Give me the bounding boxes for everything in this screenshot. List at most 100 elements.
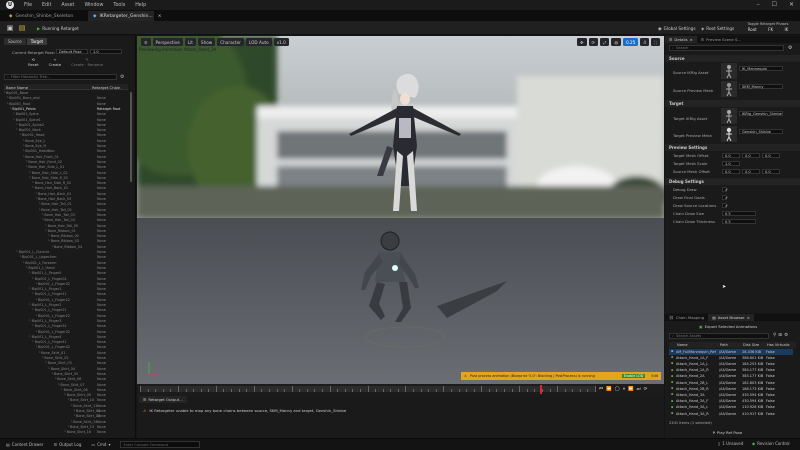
- rotate-tool-icon[interactable]: ⟳: [588, 38, 599, 46]
- play-ref-pose-button[interactable]: ⏵ Play Ref Pose: [713, 430, 742, 435]
- preview-settings-header[interactable]: Preview Settings: [665, 144, 800, 151]
- preview-setting-value[interactable]: 1.0: [722, 161, 740, 166]
- target-mesh-dropdown[interactable]: Genshin_Shinbe: [739, 129, 783, 134]
- output-tab[interactable]: ☰ Retarget Output...: [139, 396, 187, 403]
- phase-ik-toggle[interactable]: IK: [784, 27, 788, 32]
- debug-settings-header[interactable]: Debug Settings: [665, 178, 800, 185]
- content-drawer-button[interactable]: ▤ Content Drawer: [6, 442, 44, 447]
- step-forward-icon[interactable]: ⏩: [628, 387, 634, 392]
- col-virtualized[interactable]: Has Virtualiz: [767, 343, 790, 347]
- close-icon[interactable]: ✕: [789, 1, 794, 8]
- col-name[interactable]: Name: [677, 343, 688, 347]
- source-toggle[interactable]: Source: [4, 38, 26, 45]
- filter-icon[interactable]: ⚲: [773, 333, 776, 338]
- asset-row[interactable]: ▪ Attack_Hand_2B_R/All/Game 186.173 KiB Fal…: [669, 386, 793, 392]
- asset-row[interactable]: ▪ Attack_Hand_3A/All/Game 430.594 KiB False: [669, 392, 793, 398]
- camera-speed-value[interactable]: 4: [640, 38, 650, 46]
- preview-setting-value[interactable]: 0.0: [742, 169, 760, 174]
- loop-icon[interactable]: ⟳: [644, 387, 648, 392]
- col-path[interactable]: Path: [720, 343, 728, 347]
- retarget-pose-number[interactable]: 1.0: [90, 49, 122, 54]
- global-settings-button[interactable]: ◉ Global Settings: [655, 24, 699, 32]
- tab-asset-browser[interactable]: ▤ Asset Browser ×: [708, 314, 754, 321]
- retarget-chain-header[interactable]: Retarget Chain: [92, 85, 120, 90]
- skip-end-icon[interactable]: ⏭: [637, 386, 641, 392]
- retarget-pose-dropdown[interactable]: Default Pose: [56, 49, 88, 54]
- menu-item-file[interactable]: File: [24, 3, 32, 8]
- save-icon[interactable]: ▣: [6, 24, 14, 32]
- preview-setting-value[interactable]: 0.0: [762, 169, 780, 174]
- minimize-icon[interactable]: –: [757, 1, 760, 8]
- asset-row[interactable]: ▪ Attack_Hand_1A_L/All/Game 184.253 KiB Fal…: [669, 361, 793, 367]
- export-animations-button[interactable]: ▣ Export Selected Animations: [699, 324, 757, 329]
- target-rig-dropdown[interactable]: IKRig_Genshin_Shinbe: [739, 111, 783, 116]
- tab-preview-scene[interactable]: ☰ Preview Scene S...: [697, 36, 745, 43]
- tab-skeleton[interactable]: ◆ Genshin_Shinbe_Skeleton: [4, 11, 84, 21]
- hierarchy-filter-input[interactable]: ⌕ Filter Hierarchy Tree...: [4, 74, 117, 80]
- debug-checkbox[interactable]: ✔: [722, 187, 728, 192]
- asset-row[interactable]: ▪ Attack_Hand_1A_R/All/Game 384.177 KiB Fal…: [669, 368, 793, 374]
- tab-chain-mapping[interactable]: ⛓ Chain Mapping: [665, 314, 708, 321]
- record-icon[interactable]: ◯: [615, 387, 620, 392]
- source-rig-dropdown[interactable]: IK_Mannequin: [739, 66, 783, 71]
- viewport-menu-button[interactable]: ≡: [141, 38, 151, 46]
- preview-setting-value[interactable]: 0.0: [722, 153, 740, 158]
- asset-row[interactable]: ▪ Attack_Hand_3A_R/All/Game 410.917 KiB Fal…: [669, 411, 793, 417]
- browse-icon[interactable]: ▤: [18, 24, 26, 32]
- enable-lod-button[interactable]: Enable LOD: [621, 374, 646, 378]
- asset-row[interactable]: ▪ Attack_Hand_3A_F/All/Game 430.594 KiB Fal…: [669, 399, 793, 405]
- maximize-icon[interactable]: ☐: [772, 1, 777, 8]
- preview-setting-value[interactable]: 0.0: [742, 153, 760, 158]
- show-button[interactable]: Show: [197, 38, 216, 46]
- cmd-dropdown[interactable]: ▭ Cmd ▾: [91, 442, 110, 447]
- skip-start-icon[interactable]: ⏮: [599, 386, 603, 392]
- menu-item-help[interactable]: Help: [135, 3, 146, 8]
- asset-row[interactable]: ▪ AM_FullMannequin_Ref/All/Game 28.436 KiB…: [669, 349, 793, 355]
- preview-setting-value[interactable]: 0.0: [762, 153, 780, 158]
- select-tool-icon[interactable]: ✥: [577, 38, 587, 46]
- menu-item-asset[interactable]: Asset: [61, 3, 74, 8]
- debug-checkbox[interactable]: ✔: [722, 195, 728, 200]
- bookmark-icon[interactable]: ⊞: [778, 333, 782, 338]
- bone-tree-scrollbar[interactable]: [130, 92, 132, 182]
- edit-warning-button[interactable]: Edit: [648, 374, 661, 378]
- console-input[interactable]: Enter Console Command: [120, 441, 201, 448]
- menu-item-tools[interactable]: Tools: [113, 3, 125, 8]
- running-retarget-button[interactable]: ▶ Running Retarget: [34, 24, 82, 32]
- lod-button[interactable]: LOD Auto: [245, 38, 272, 46]
- col-disk-size[interactable]: Disk Size: [743, 343, 759, 347]
- asset-row[interactable]: ▪ Attack_Hand_2A/All/Game 385.177 KiB False: [669, 374, 793, 380]
- bone-row[interactable]: └Bone_Skirt_17 None: [4, 436, 128, 437]
- world-icon[interactable]: ◍: [611, 38, 622, 46]
- character-button[interactable]: Character: [217, 38, 244, 46]
- step-back-icon[interactable]: ⏪: [606, 387, 612, 392]
- maximize-viewport-icon[interactable]: ⛶: [651, 38, 660, 46]
- playhead[interactable]: [540, 385, 542, 394]
- target-section-header[interactable]: Target: [665, 100, 800, 107]
- lit-button[interactable]: Lit: [184, 38, 196, 46]
- debug-value-field[interactable]: 0.5: [722, 211, 756, 216]
- details-search-input[interactable]: ⌕ Search: [669, 45, 784, 51]
- root-settings-button[interactable]: ◈ Root Settings: [698, 24, 737, 32]
- close-tab-icon[interactable]: ×: [690, 37, 693, 42]
- rename-pose-button[interactable]: ✎ Create · Rename: [71, 57, 103, 67]
- menu-item-edit[interactable]: Edit: [42, 3, 51, 8]
- menu-item-window[interactable]: Window: [84, 3, 103, 8]
- playback-speed-button[interactable]: x1.0: [273, 38, 289, 46]
- revision-control-button[interactable]: ◆ Revision Control: [752, 441, 790, 446]
- timeline[interactable]: ⏮ ⏪ ◯ ⏸ ⏩ ⏭ ⟳: [137, 384, 664, 395]
- settings-gear-icon[interactable]: ⚙: [784, 333, 788, 338]
- settings-gear-icon[interactable]: ⚙: [788, 45, 792, 51]
- asset-row[interactable]: ▪ Attack_Hand_2B_L/All/Game 182.803 KiB Fal…: [669, 380, 793, 386]
- rotation-snap-value[interactable]: 0.25: [623, 38, 639, 46]
- close-tab-icon[interactable]: ×: [747, 315, 750, 320]
- unsaved-indicator[interactable]: ▯ 1 Unsaved: [718, 441, 743, 446]
- phase-fk-toggle[interactable]: FK: [768, 27, 773, 32]
- bone-name-header[interactable]: Bone Name: [6, 85, 28, 90]
- debug-value-field[interactable]: 0.5: [722, 219, 756, 224]
- asset-search-input[interactable]: ⌕ Search Assets: [669, 333, 769, 339]
- asset-row[interactable]: ▪ Attack_Hand_1A_F/All/Game 388.601 KiB Fal…: [669, 355, 793, 361]
- target-toggle[interactable]: Target: [26, 38, 48, 45]
- viewport[interactable]: ≡ Perspective Lit Show Character LOD Aut…: [137, 36, 664, 384]
- pause-icon[interactable]: ⏸: [623, 386, 625, 392]
